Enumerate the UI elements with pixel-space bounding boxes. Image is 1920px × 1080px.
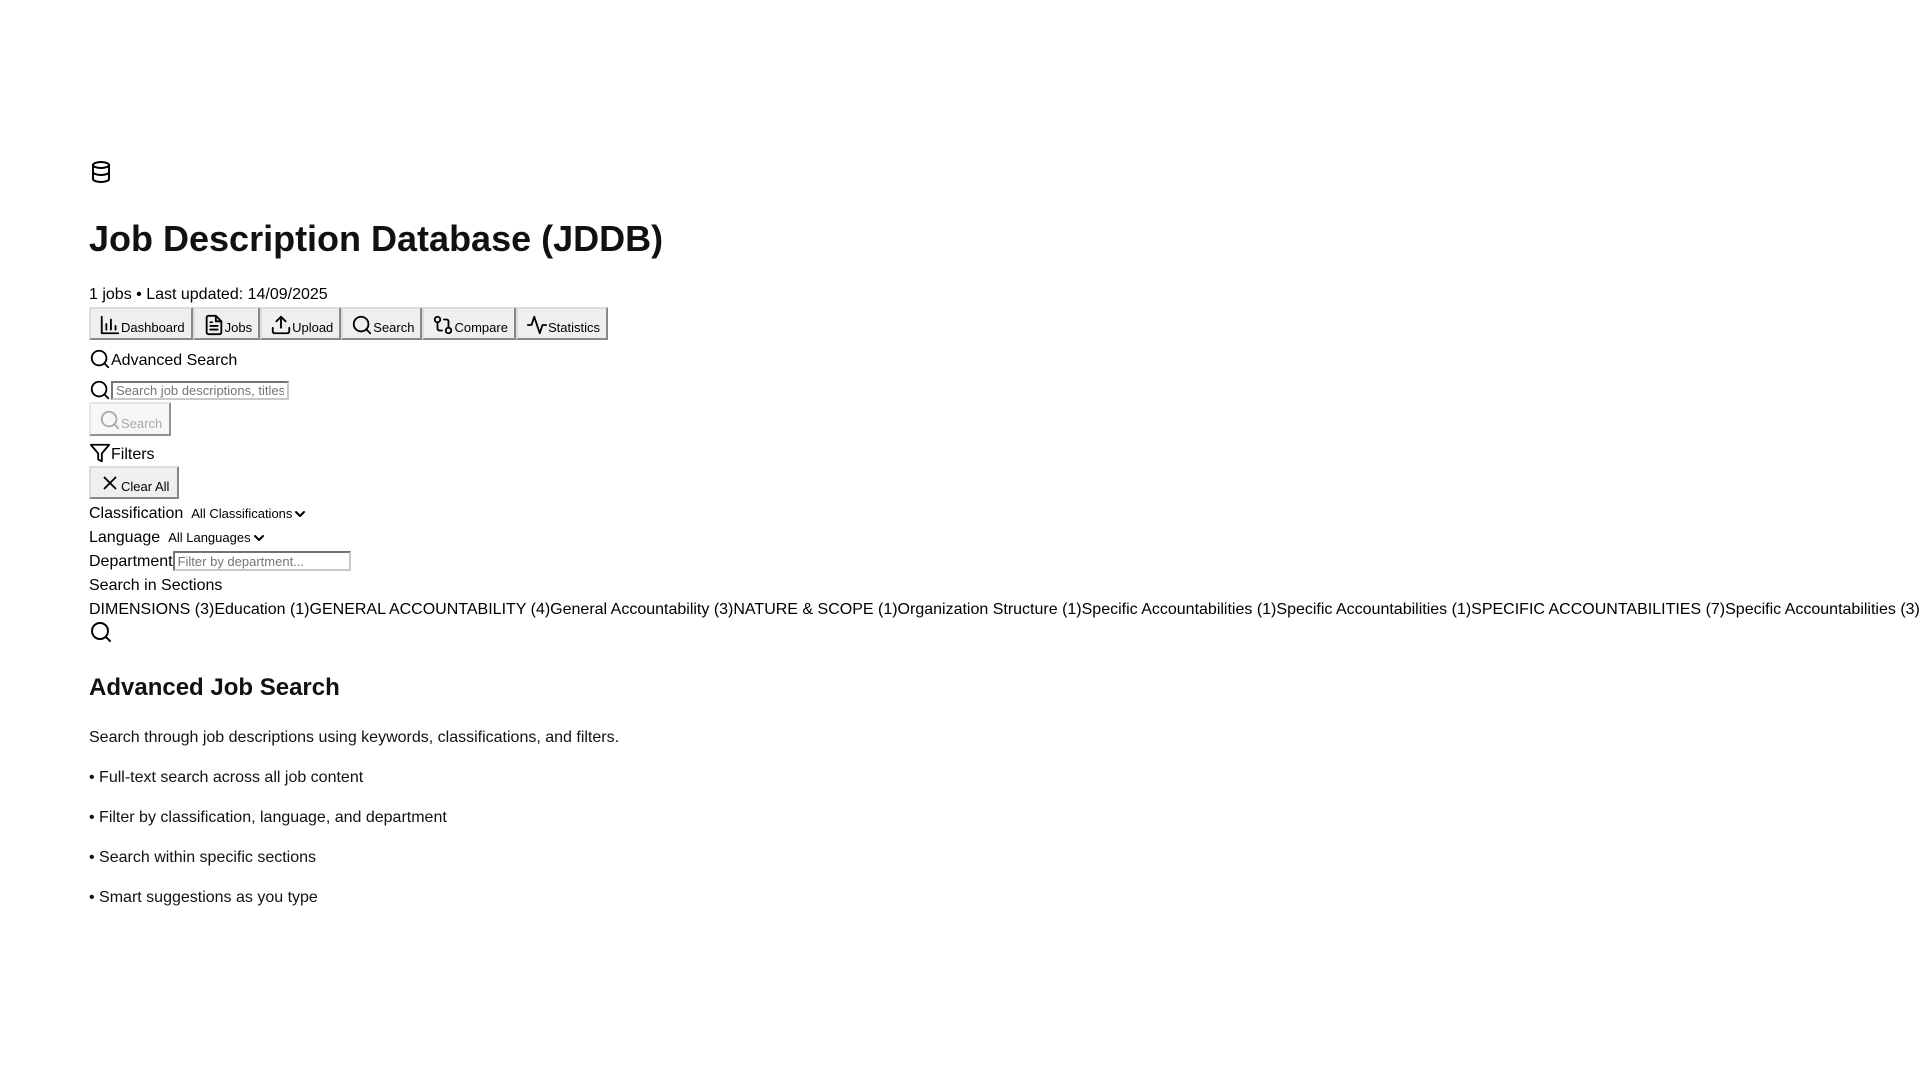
nav-dashboard-label: Dashboard — [121, 320, 185, 335]
advanced-search-title: Advanced Search — [111, 352, 238, 369]
info-feature: • Search within specific sections — [89, 849, 317, 866]
department-input[interactable] — [172, 551, 351, 571]
job-count-status: 1 jobs • Last updated: 14/09/2025 — [89, 286, 328, 303]
search-input-row — [89, 373, 289, 401]
language-select[interactable]: All Languages — [164, 528, 267, 547]
advanced-search-header: Advanced Search — [89, 342, 237, 370]
nav-jobs-button[interactable]: Jobs — [192, 307, 261, 340]
search-icon — [351, 314, 373, 336]
search-icon — [89, 620, 113, 644]
main-nav: Dashboard Jobs Upload Search Compare Sta… — [89, 307, 608, 340]
section-option[interactable]: DIMENSIONS (3) — [89, 601, 214, 619]
classification-filter: Classification All Classifications — [89, 501, 309, 523]
info-feature: • Full-text search across all job conten… — [89, 769, 364, 786]
department-filter: Department — [89, 549, 351, 571]
database-icon — [89, 160, 113, 184]
page: Job Description Database (JDDB) 1 jobs •… — [89, 0, 1920, 1080]
info-feature: • Filter by classification, language, an… — [89, 809, 447, 826]
section-option[interactable]: Organization Structure (1) — [898, 601, 1082, 619]
nav-dashboard-button[interactable]: Dashboard — [89, 307, 193, 340]
chevron-down-icon — [295, 509, 306, 519]
search-icon — [89, 348, 111, 370]
close-icon — [99, 472, 121, 494]
clear-all-label: Clear All — [121, 479, 170, 494]
section-option[interactable]: GENERAL ACCOUNTABILITY (4) — [310, 601, 551, 619]
nav-compare-label: Compare — [454, 320, 508, 335]
nav-search-label: Search — [373, 320, 415, 335]
search-icon — [89, 379, 111, 401]
info-heading: Advanced Job Search — [89, 674, 340, 701]
section-option[interactable]: Specific Accountabilities (3) — [1725, 601, 1920, 619]
section-option[interactable]: Specific Accountabilities (1) — [1276, 601, 1471, 619]
filters-header: Filters — [89, 436, 155, 464]
nav-search-button[interactable]: Search — [341, 307, 423, 340]
info-feature: • Smart suggestions as you type — [89, 889, 318, 906]
search-icon — [99, 409, 121, 431]
nav-statistics-button[interactable]: Statistics — [515, 307, 608, 340]
classification-label: Classification — [89, 505, 184, 522]
clear-all-button[interactable]: Clear All — [89, 466, 179, 499]
sections-label: Search in Sections — [89, 577, 223, 594]
filter-icon — [89, 442, 111, 464]
search-button-label: Search — [121, 416, 163, 431]
compare-icon — [432, 314, 454, 336]
search-button[interactable]: Search — [89, 402, 171, 436]
sections-list: DIMENSIONS (3) Education (1) GENERAL ACC… — [89, 597, 1920, 619]
section-option[interactable]: Education (1) — [214, 601, 309, 619]
classification-select[interactable]: All Classifications — [187, 504, 309, 523]
classification-selected: All Classifications — [191, 506, 293, 521]
nav-statistics-label: Statistics — [547, 320, 600, 335]
nav-upload-label: Upload — [292, 320, 334, 335]
nav-jobs-label: Jobs — [224, 320, 253, 335]
page-title: Job Description Database (JDDB) — [89, 218, 664, 259]
nav-upload-button[interactable]: Upload — [260, 307, 342, 340]
section-option[interactable]: General Accountability (3) — [550, 601, 733, 619]
document-icon — [203, 314, 225, 336]
info-intro: Search through job descriptions using ke… — [89, 729, 620, 746]
sections-filter-label: Search in Sections — [89, 573, 222, 595]
language-label: Language — [89, 529, 161, 546]
section-option[interactable]: SPECIFIC ACCOUNTABILITIES (7) — [1471, 601, 1725, 619]
section-option[interactable]: Specific Accountabilities (1) — [1082, 601, 1277, 619]
nav-compare-button[interactable]: Compare — [422, 307, 516, 340]
upload-icon — [270, 314, 292, 336]
section-option[interactable]: NATURE & SCOPE (1) — [733, 601, 897, 619]
chevron-down-icon — [253, 533, 264, 543]
department-label: Department — [89, 553, 173, 570]
language-selected: All Languages — [168, 530, 251, 545]
language-filter: Language All Languages — [89, 525, 268, 547]
filters-title: Filters — [111, 446, 155, 463]
bar-chart-icon — [99, 314, 121, 336]
activity-icon — [526, 314, 548, 336]
search-input[interactable] — [111, 381, 289, 400]
